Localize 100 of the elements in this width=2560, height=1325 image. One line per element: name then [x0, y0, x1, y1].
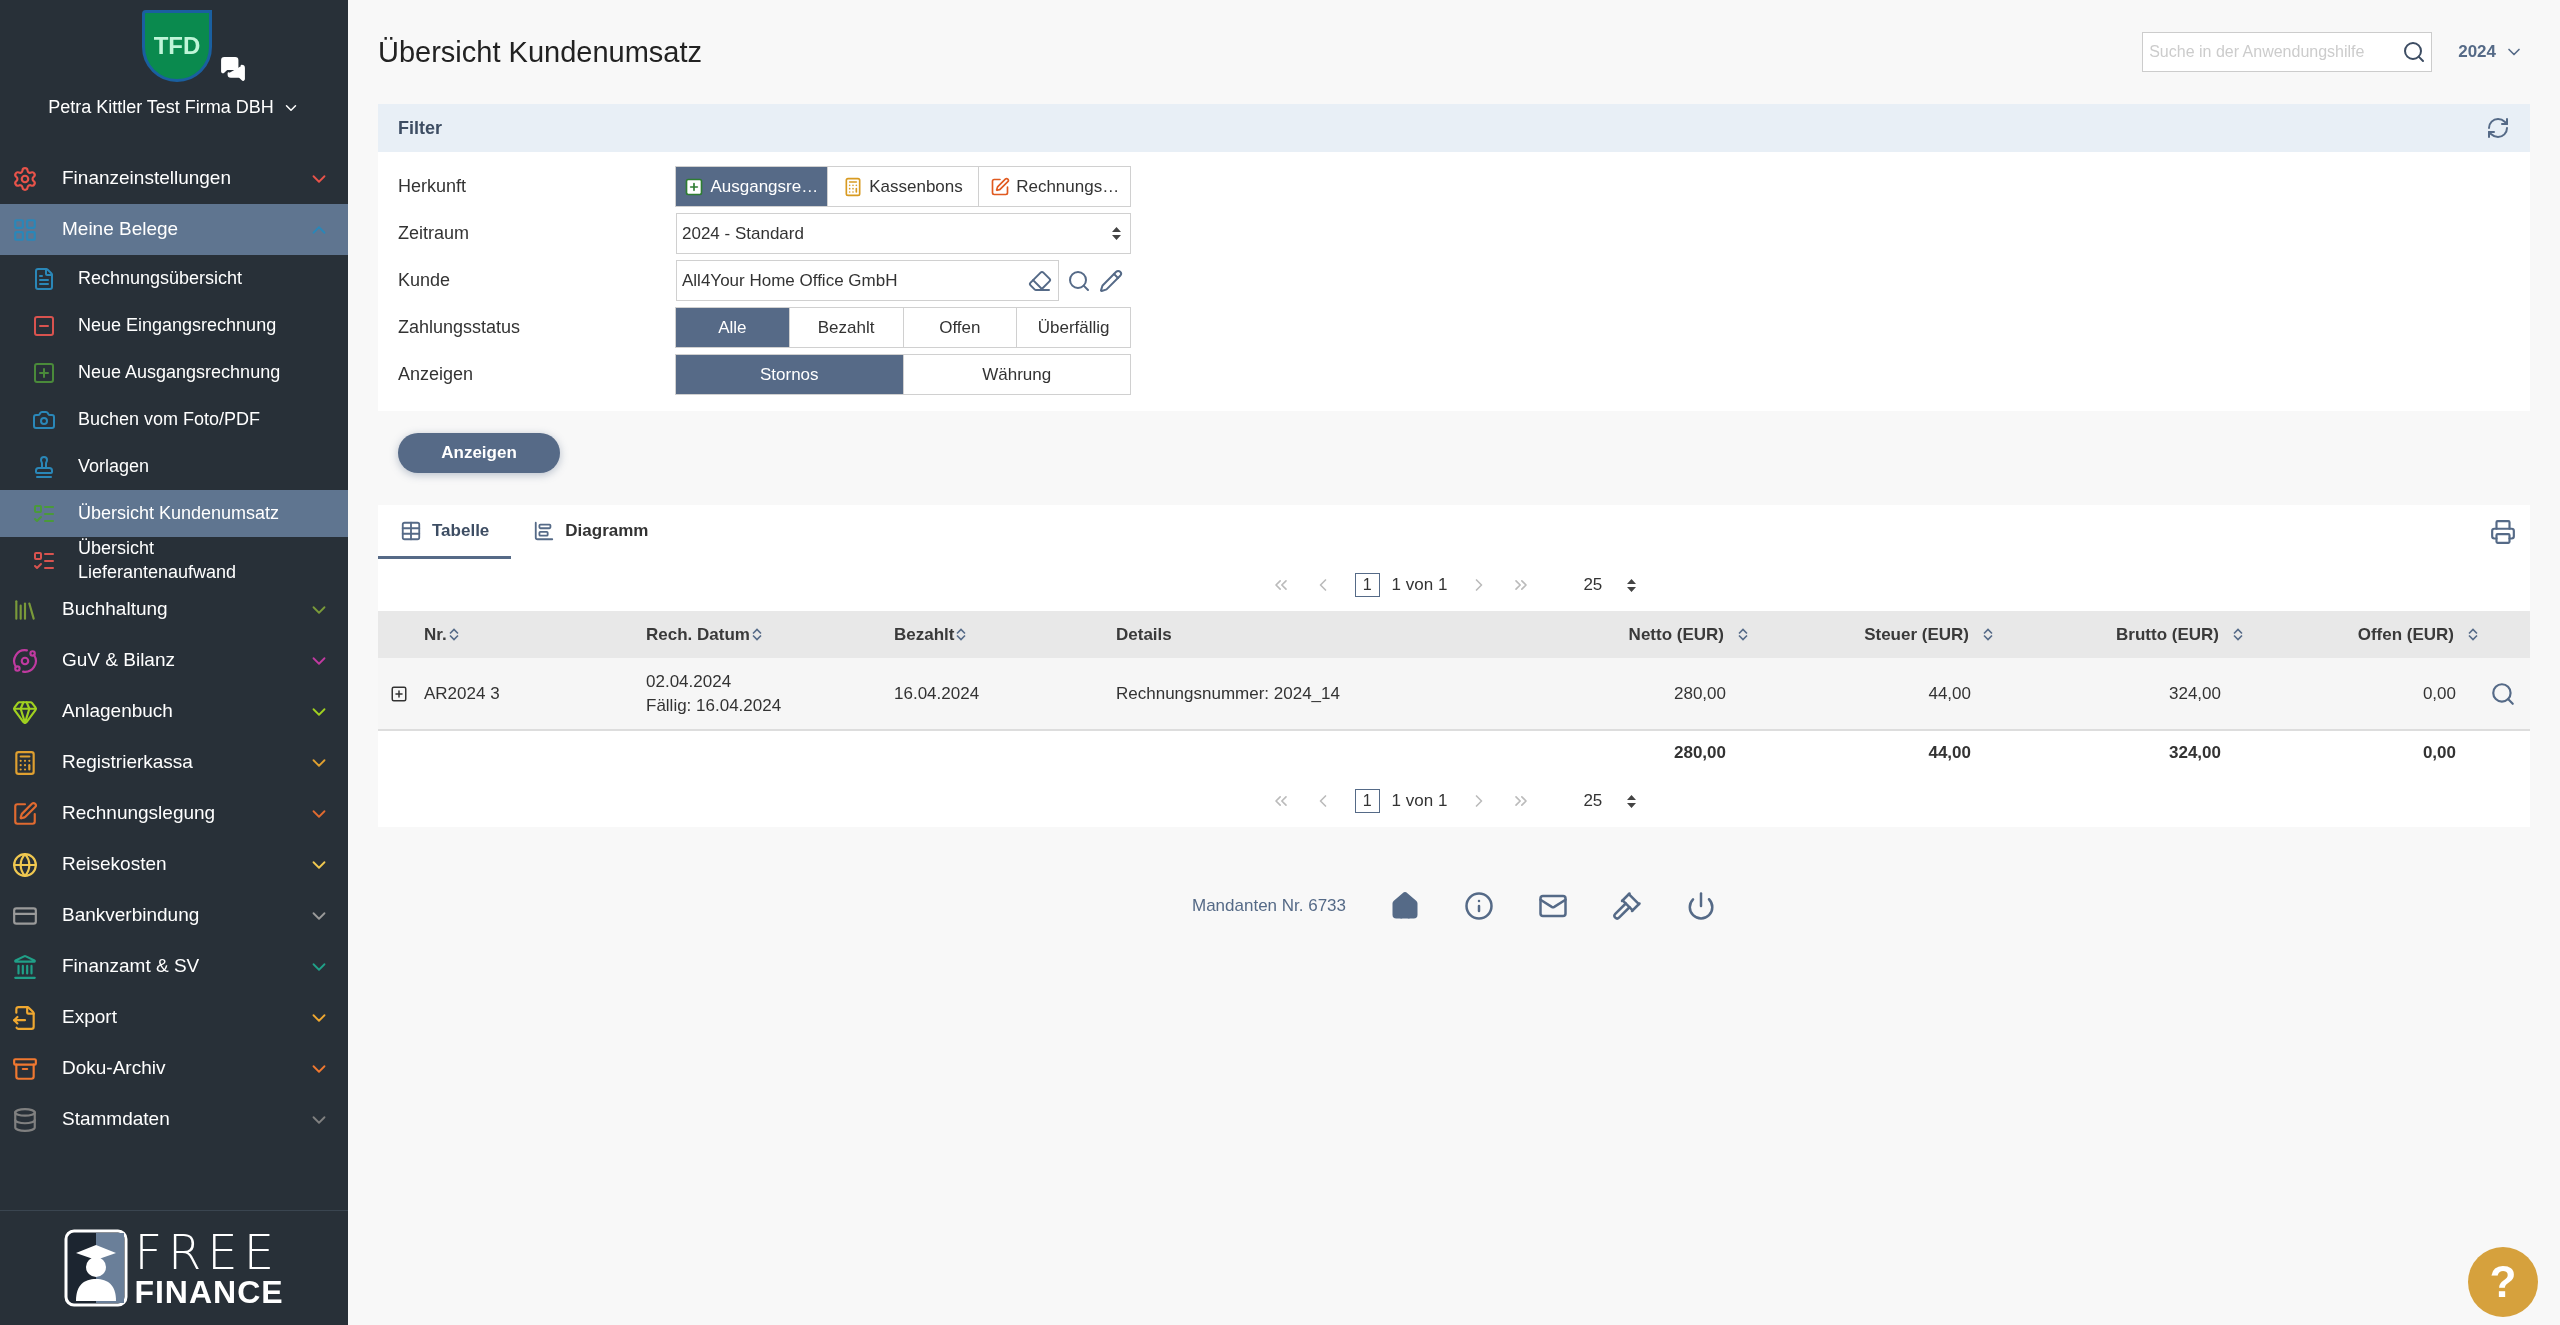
graduate-logo-icon: [64, 1229, 129, 1307]
company-badge[interactable]: TFD: [142, 10, 212, 82]
sidebar-item[interactable]: Anlagenbuch: [0, 686, 348, 737]
toggle-button[interactable]: Währung: [902, 354, 1131, 395]
select-arrows-icon: [1111, 226, 1122, 241]
page-title: Übersicht Kundenumsatz: [378, 35, 703, 69]
total-cell-text: 0,00: [2421, 743, 2457, 763]
table-cell-text: Rechnungsnummer: 2024_14: [1116, 682, 1341, 705]
total-cell-text: 324,00: [2168, 743, 2222, 763]
filter-label: Kunde: [398, 270, 452, 291]
tab[interactable]: Tabelle: [378, 505, 512, 559]
column-header[interactable]: Offen (EUR): [2255, 624, 2490, 645]
sidebar-subitem[interactable]: Übersicht Kundenumsatz: [0, 490, 348, 537]
toggle-button[interactable]: Rechnungs…: [978, 166, 1131, 207]
search-icon[interactable]: [2490, 680, 2516, 707]
column-header[interactable]: Bezahlt: [894, 624, 1116, 645]
page-number-field[interactable]: 1: [1354, 573, 1380, 597]
table-icon: [400, 519, 422, 542]
page-size-select[interactable]: 25: [1583, 575, 1638, 595]
toggle-button[interactable]: Kassenbons: [826, 166, 980, 207]
table-cell-text: 02.04.2024: [646, 670, 733, 693]
toggle-icon: [684, 176, 705, 197]
select-arrows-icon: [1626, 793, 1638, 809]
page-count: 1 von 1: [1391, 791, 1448, 811]
sidebar-subitem[interactable]: Buchen vom Foto/PDF: [0, 396, 348, 443]
sort-icon[interactable]: [1983, 628, 1993, 641]
toggle-button[interactable]: Alle: [675, 307, 790, 348]
sidebar-item[interactable]: Registrierkassa: [0, 737, 348, 788]
column-header[interactable]: Brutto (EUR): [2005, 624, 2255, 645]
chat-icon[interactable]: [220, 56, 246, 82]
print-icon[interactable]: [2490, 519, 2516, 545]
sidebar-subitem[interactable]: Rechnungsübersicht: [0, 255, 348, 302]
toggle-button[interactable]: Überfällig: [1016, 307, 1131, 348]
toggle-button[interactable]: Stornos: [675, 354, 904, 395]
search-icon[interactable]: [2402, 40, 2427, 64]
table-cell-text: 280,00: [1673, 682, 1727, 705]
table-cell-text: 44,00: [1927, 682, 1972, 705]
table-cell-text: 0,00: [2421, 682, 2457, 705]
column-header[interactable]: Rech. Datum: [646, 624, 894, 645]
sidebar-item[interactable]: Stammdaten: [0, 1094, 348, 1145]
filter-label: Herkunft: [398, 176, 468, 197]
chart-icon: [533, 519, 556, 542]
info-icon[interactable]: [1464, 891, 1495, 921]
logo-text: FREE: [134, 1228, 281, 1276]
period-select[interactable]: 2024 - Standard: [676, 213, 1131, 254]
sidebar-subitem[interactable]: Vorlagen: [0, 443, 348, 490]
page-number-field[interactable]: 1: [1354, 789, 1380, 813]
gavel-icon[interactable]: [1612, 891, 1643, 921]
toggle-icon: [990, 176, 1011, 197]
toggle-icon: [843, 176, 864, 197]
toggle-button[interactable]: Offen: [902, 307, 1018, 348]
sidebar-item[interactable]: Finanzamt & SV: [0, 941, 348, 992]
show-button[interactable]: Anzeigen: [398, 433, 560, 473]
sort-icon[interactable]: [2468, 628, 2478, 641]
logo-text: FINANCE: [134, 1276, 284, 1308]
expand-icon[interactable]: [390, 684, 408, 703]
filter-label: Zahlungsstatus: [398, 317, 522, 338]
panel-title: Filter: [398, 117, 442, 139]
table-cell-text: 324,00: [2168, 682, 2222, 705]
sidebar-item[interactable]: Meine Belege: [0, 204, 348, 255]
power-icon[interactable]: [1686, 891, 1717, 921]
sidebar-subitem[interactable]: Neue Ausgangsrechnung: [0, 349, 348, 396]
filter-label: Zeitraum: [398, 223, 470, 244]
sidebar-item[interactable]: Bankverbindung: [0, 890, 348, 941]
sort-icon[interactable]: [751, 628, 762, 641]
toggle-button[interactable]: Bezahlt: [788, 307, 904, 348]
sort-icon[interactable]: [2233, 628, 2243, 641]
refresh-icon[interactable]: [2486, 116, 2510, 140]
total-cell-text: 280,00: [1673, 743, 1727, 763]
table-cell-text: AR2024 3: [424, 682, 501, 705]
sidebar-subitem[interactable]: Übersicht Lieferantenaufwand: [0, 537, 348, 584]
select-arrows-icon: [1626, 577, 1638, 593]
home-icon[interactable]: [1390, 891, 1421, 921]
column-header[interactable]: Nr.: [424, 624, 646, 645]
toggle-button[interactable]: Ausgangsre…: [675, 166, 828, 207]
pencil-icon[interactable]: [1099, 268, 1123, 293]
client-number: Mandanten Nr. 6733: [1191, 896, 1347, 916]
page-size-select[interactable]: 25: [1583, 791, 1638, 811]
search-icon[interactable]: [1067, 268, 1091, 293]
column-header[interactable]: Steuer (EUR): [1760, 624, 2005, 645]
company-selector[interactable]: Petra Kittler Test Firma DBH: [42, 96, 306, 119]
sidebar-item[interactable]: Rechnungslegung: [0, 788, 348, 839]
sidebar-item[interactable]: GuV & Bilanz: [0, 635, 348, 686]
sidebar-item[interactable]: Doku-Archiv: [0, 1043, 348, 1094]
tab[interactable]: Diagramm: [511, 505, 671, 559]
sidebar-item[interactable]: Buchhaltung: [0, 584, 348, 635]
sidebar-item[interactable]: Export: [0, 992, 348, 1043]
customer-field[interactable]: All4Your Home Office GmbH: [676, 260, 1059, 301]
eraser-icon[interactable]: [1028, 268, 1052, 293]
sidebar-subitem[interactable]: Neue Eingangsrechnung: [0, 302, 348, 349]
filter-label: Anzeigen: [398, 364, 475, 385]
sort-icon[interactable]: [956, 628, 967, 641]
column-header[interactable]: Netto (EUR): [1560, 624, 1760, 645]
year-selector[interactable]: 2024: [2452, 41, 2530, 63]
sort-icon[interactable]: [448, 628, 459, 641]
table-cell-text: Fällig: 16.04.2024: [646, 694, 783, 717]
column-header[interactable]: Details: [1116, 624, 1560, 645]
sidebar-item[interactable]: Reisekosten: [0, 839, 348, 890]
sidebar-item[interactable]: Finanzeinstellungen: [0, 153, 348, 204]
sort-icon[interactable]: [1738, 628, 1748, 641]
